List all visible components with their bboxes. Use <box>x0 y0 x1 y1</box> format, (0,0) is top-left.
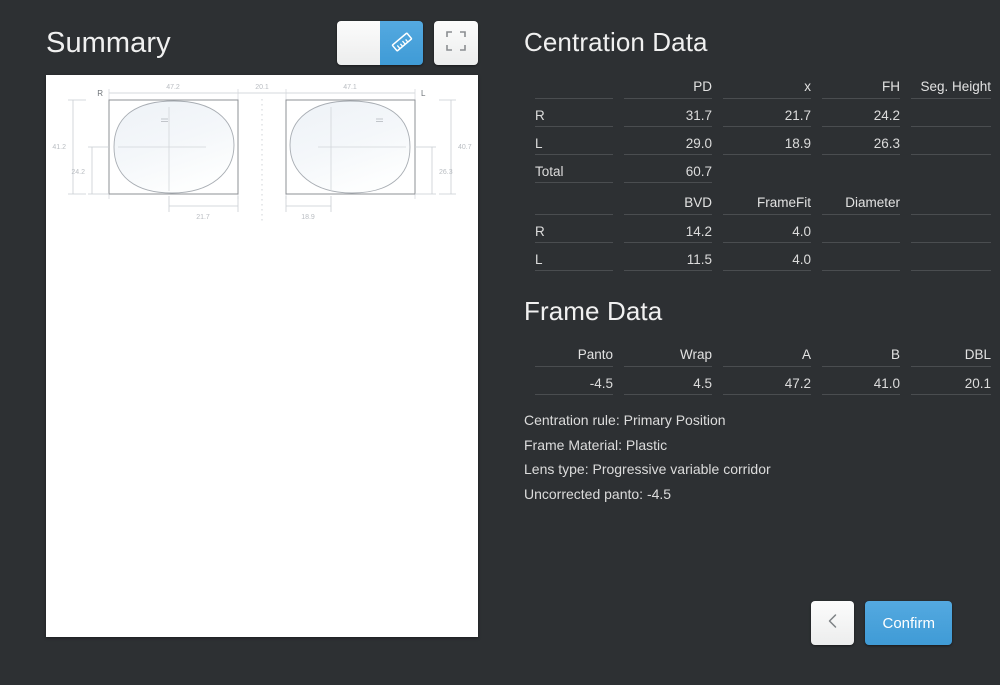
cell-total-seg-height <box>911 155 991 183</box>
table-row: L 29.0 18.9 26.3 <box>535 127 991 155</box>
col-header-bvd: BVD <box>624 186 712 215</box>
col-header-diameter: Diameter <box>822 186 900 215</box>
cell-r-diameter[interactable] <box>822 215 900 243</box>
dim-bridge-width: 20.1 <box>255 84 269 91</box>
centration-table-primary: PD x FH Seg. Height R 31.7 21.7 24.2 L 2… <box>524 70 1000 183</box>
frame-data-title: Frame Data <box>524 296 662 327</box>
cell-a[interactable]: 47.2 <box>723 367 811 395</box>
back-button[interactable] <box>811 601 854 645</box>
dim-right-fitting-height: 24.2 <box>71 169 85 176</box>
col-header-pd: PD <box>624 70 712 99</box>
ruler-icon <box>389 29 415 58</box>
dim-left-x-offset: 18.9 <box>301 214 315 221</box>
cell-l-seg-height[interactable] <box>911 127 991 155</box>
note-centration-rule: Centration rule: Primary Position <box>524 408 964 433</box>
cell-r-fh[interactable]: 24.2 <box>822 99 900 127</box>
cell-r-framefit[interactable]: 4.0 <box>723 215 811 243</box>
dim-right-box-height: 41.2 <box>52 144 66 151</box>
row-label-l: L <box>535 127 613 155</box>
chevron-left-icon <box>824 612 842 635</box>
header-toolbar <box>337 20 478 66</box>
cell-wrap[interactable]: 4.5 <box>624 367 712 395</box>
cell-r-bvd[interactable]: 14.2 <box>624 215 712 243</box>
row-label-r: R <box>535 99 613 127</box>
table-header-row: Panto Wrap A B DBL <box>535 338 991 367</box>
cell-l-pd[interactable]: 29.0 <box>624 127 712 155</box>
frame-data-table: Panto Wrap A B DBL -4.5 4.5 47.2 41.0 20… <box>524 338 1000 395</box>
col-header-blank2 <box>535 186 613 215</box>
confirm-button[interactable]: Confirm <box>865 601 952 645</box>
col-header-b: B <box>822 338 900 367</box>
cell-l-framefit[interactable]: 4.0 <box>723 243 811 271</box>
col-header-framefit: FrameFit <box>723 186 811 215</box>
note-lens-type: Lens type: Progressive variable corridor <box>524 457 964 482</box>
table-row: L 11.5 4.0 <box>535 243 991 271</box>
cell-total-x <box>723 155 811 183</box>
segment-measure-view-button[interactable] <box>380 21 423 65</box>
col-header-blank3 <box>911 186 991 215</box>
cell-b[interactable]: 41.0 <box>822 367 900 395</box>
dim-right-box-width: 47.2 <box>166 84 180 91</box>
cell-r-pd[interactable]: 31.7 <box>624 99 712 127</box>
lens-diagram: 47.2 R <box>46 75 478 637</box>
row-label-r2: R <box>535 215 613 243</box>
col-header-dbl: DBL <box>911 338 991 367</box>
lens-diagram-canvas[interactable]: 47.2 R <box>46 75 478 637</box>
cell-total-pd: 60.7 <box>624 155 712 183</box>
col-header-a: A <box>723 338 811 367</box>
row-label-total: Total <box>535 155 613 183</box>
notes-list: Centration rule: Primary Position Frame … <box>524 408 964 506</box>
col-header-panto: Panto <box>535 338 613 367</box>
table-row: R 31.7 21.7 24.2 <box>535 99 991 127</box>
label-left-eye: L <box>421 89 426 98</box>
cell-r-extra[interactable] <box>911 215 991 243</box>
table-header-row: BVD FrameFit Diameter <box>535 186 991 215</box>
cell-l-extra[interactable] <box>911 243 991 271</box>
cell-l-bvd[interactable]: 11.5 <box>624 243 712 271</box>
table-row: -4.5 4.5 47.2 41.0 20.1 <box>535 367 991 395</box>
col-header-seg-height: Seg. Height <box>911 70 991 99</box>
row-label-l2: L <box>535 243 613 271</box>
right-panel: Centration Data PD x FH Seg. Height R 31… <box>524 0 976 685</box>
centration-table-secondary: BVD FrameFit Diameter R 14.2 4.0 L 11.5 <box>524 186 1000 271</box>
view-mode-segmented-control[interactable] <box>337 21 423 65</box>
dim-right-x-offset: 21.7 <box>196 214 210 221</box>
table-header-row: PD x FH Seg. Height <box>535 70 991 99</box>
expand-icon <box>445 30 467 57</box>
cell-total-fh <box>822 155 900 183</box>
cell-l-fh[interactable]: 26.3 <box>822 127 900 155</box>
cell-l-x[interactable]: 18.9 <box>723 127 811 155</box>
table-row: Total 60.7 <box>535 155 991 183</box>
cell-dbl[interactable]: 20.1 <box>911 367 991 395</box>
col-header-x: x <box>723 70 811 99</box>
table-row: R 14.2 4.0 <box>535 215 991 243</box>
dim-left-fitting-height: 26.3 <box>439 169 453 176</box>
centration-data-title: Centration Data <box>524 27 708 58</box>
col-header-wrap: Wrap <box>624 338 712 367</box>
col-header-fh: FH <box>822 70 900 99</box>
dim-left-box-height: 40.7 <box>458 144 472 151</box>
app-root: Summary <box>0 0 1000 685</box>
label-right-eye: R <box>97 89 103 98</box>
segment-plain-view-button[interactable] <box>337 21 380 65</box>
cell-panto[interactable]: -4.5 <box>535 367 613 395</box>
dim-left-box-width: 47.1 <box>343 84 357 91</box>
footer-actions: Confirm <box>811 601 952 645</box>
cell-r-seg-height[interactable] <box>911 99 991 127</box>
col-header-blank <box>535 70 613 99</box>
summary-header: Summary <box>46 20 478 66</box>
page-title: Summary <box>46 20 171 66</box>
note-frame-material: Frame Material: Plastic <box>524 433 964 458</box>
cell-r-x[interactable]: 21.7 <box>723 99 811 127</box>
cell-l-diameter[interactable] <box>822 243 900 271</box>
note-uncorrected-panto: Uncorrected panto: -4.5 <box>524 482 964 507</box>
expand-fullscreen-button[interactable] <box>434 21 478 65</box>
left-panel: Summary <box>0 0 500 685</box>
